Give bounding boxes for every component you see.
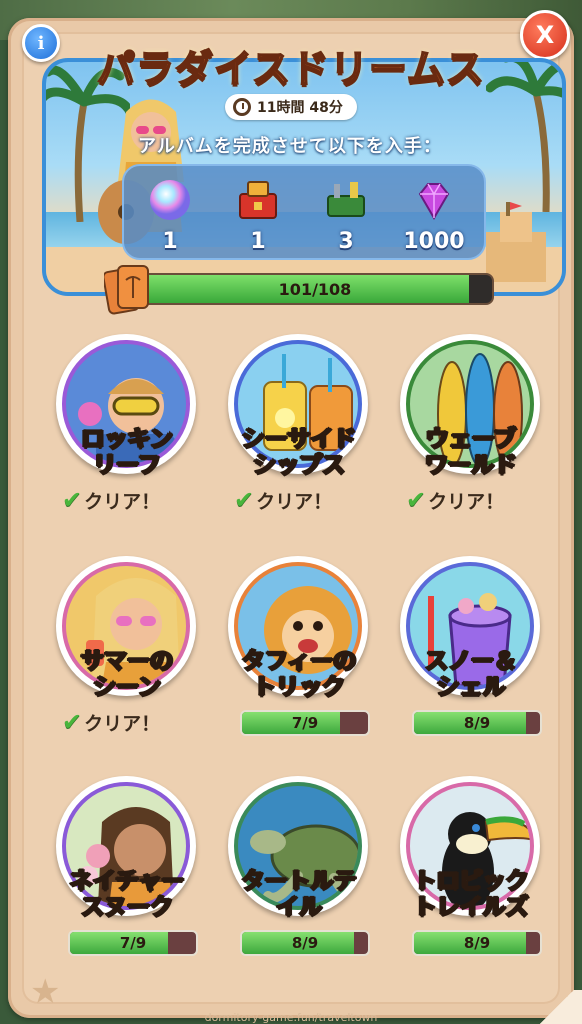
set-name-line1: ネイチャー bbox=[69, 867, 185, 895]
set-name: ウェーブ ワールド bbox=[390, 425, 552, 479]
reward-amount: 1000 bbox=[403, 229, 465, 254]
set-name: タフィーの トリック bbox=[218, 647, 380, 701]
set-name-line1: シーサイド bbox=[241, 425, 357, 453]
set-name: トロピック トレイルズ bbox=[390, 867, 552, 921]
clear-text: クリア！ bbox=[428, 490, 505, 513]
set-progress-text: 8/9 bbox=[291, 934, 319, 952]
clock-icon bbox=[233, 98, 251, 116]
set-progress-bar: 8/9 bbox=[412, 930, 542, 956]
reward-panel: 1 1 3 1000 bbox=[122, 164, 486, 260]
set-name-line1: トロピック bbox=[413, 867, 530, 895]
set-name-line1: スノー＆ bbox=[424, 647, 518, 675]
set-progress-text: 7/9 bbox=[119, 934, 147, 952]
toolbox-icon bbox=[327, 182, 365, 217]
set-progress-text: 7/9 bbox=[291, 714, 319, 732]
set-name-line2: トレイルズ bbox=[413, 893, 530, 921]
set-name: タートルテ イル bbox=[218, 867, 380, 921]
sandcastle-icon bbox=[486, 202, 546, 282]
reward-item: 1 bbox=[218, 170, 298, 256]
set-progress-bar: 8/9 bbox=[412, 710, 542, 736]
checkmark-icon: ✔ bbox=[406, 486, 427, 514]
set-name-line2: イル bbox=[275, 893, 323, 921]
checkmark-icon: ✔ bbox=[62, 486, 83, 514]
clear-text: クリア！ bbox=[84, 712, 161, 735]
clear-text: クリア！ bbox=[84, 490, 161, 513]
event-title: パラダイスドリームス bbox=[96, 46, 485, 92]
set-progress-bar: 8/9 bbox=[240, 930, 370, 956]
set-name-line1: タフィーの bbox=[241, 647, 357, 675]
reward-item: 1 bbox=[130, 170, 210, 256]
album-progress-bar: 101/108 bbox=[136, 273, 494, 305]
event-timer: 11時間 48分 bbox=[225, 94, 357, 120]
cards-icon bbox=[104, 265, 149, 315]
reward-subtitle: アルバムを完成させて以下を入手： bbox=[138, 136, 442, 157]
reward-amount: 3 bbox=[338, 229, 354, 254]
set-name: サマーの シーン bbox=[46, 647, 208, 701]
set-clear-status: ✔ クリア！ bbox=[234, 486, 332, 514]
reward-amount: 1 bbox=[250, 229, 266, 254]
set-progress-text: 8/9 bbox=[463, 714, 491, 732]
reward-item: 3 bbox=[306, 170, 386, 256]
set-name-line1: ウェーブ bbox=[425, 425, 517, 453]
set-name-line1: サマーの bbox=[80, 647, 174, 675]
set-name: ネイチャー スヌーク bbox=[46, 867, 208, 921]
album-progress-text: 101/108 bbox=[278, 279, 352, 299]
set-name: ロッキン リーフ bbox=[46, 425, 208, 479]
set-name-line2: トリック bbox=[252, 673, 346, 701]
set-progress-text: 8/9 bbox=[463, 934, 491, 952]
set-name: スノー＆ シェル bbox=[390, 647, 552, 701]
set-name-line1: タートルテ bbox=[241, 867, 358, 895]
set-name: シーサイド シップス bbox=[218, 425, 380, 479]
watermark: dormitory-game.fun/traveltown bbox=[204, 1011, 378, 1024]
clear-text: クリア！ bbox=[256, 490, 333, 513]
timer-text: 11時間 48分 bbox=[257, 100, 343, 116]
set-name-line1: ロッキン bbox=[81, 425, 174, 453]
checkmark-icon: ✔ bbox=[234, 486, 255, 514]
reward-item: 1000 bbox=[394, 170, 474, 256]
set-progress-bar: 7/9 bbox=[240, 710, 370, 736]
set-name-line2: シップス bbox=[252, 451, 346, 479]
set-progress-bar: 7/9 bbox=[68, 930, 198, 956]
set-name-line2: スヌーク bbox=[80, 893, 174, 921]
red-chest-icon bbox=[239, 181, 277, 219]
set-name-line2: シーン bbox=[92, 673, 161, 701]
rainbow-orb-icon bbox=[150, 180, 190, 220]
set-clear-status: ✔ クリア！ bbox=[62, 486, 160, 514]
checkmark-icon: ✔ bbox=[62, 708, 83, 736]
set-name-line2: ワールド bbox=[424, 451, 518, 479]
set-name-line2: リーフ bbox=[92, 451, 161, 479]
set-clear-status: ✔ クリア！ bbox=[62, 708, 160, 736]
reward-amount: 1 bbox=[162, 229, 178, 254]
set-name-line2: シェル bbox=[436, 673, 507, 701]
starfish-icon: ★ bbox=[30, 972, 61, 1012]
gem-icon bbox=[418, 183, 450, 220]
set-clear-status: ✔ クリア！ bbox=[406, 486, 504, 514]
